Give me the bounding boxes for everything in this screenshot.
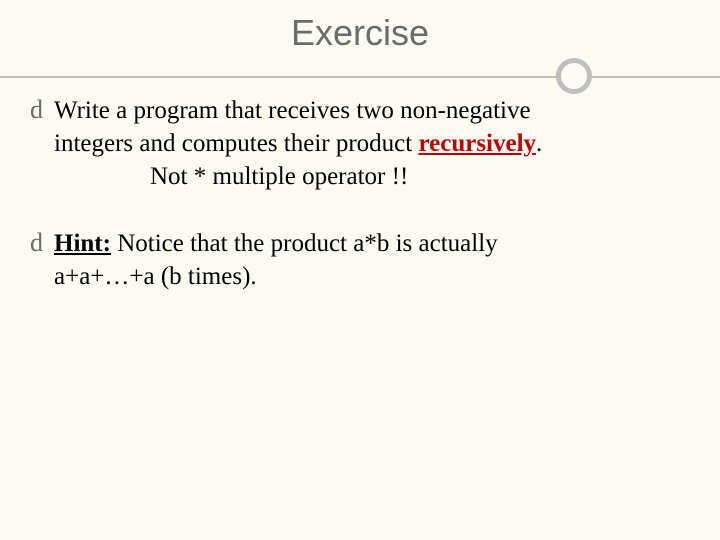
- bullet-glyph-icon: d: [30, 94, 52, 127]
- hint-label: Hint:: [54, 230, 111, 257]
- keyword-recursively: recursively: [418, 130, 536, 157]
- bullet-1-indent-line: Not * multiple operator !!: [30, 160, 690, 193]
- bullet-glyph-icon: d: [30, 227, 52, 260]
- title-circle-decoration: [556, 58, 592, 94]
- title-area: Exercise: [0, 0, 720, 54]
- bullet-item-1: d Write a program that receives two non-…: [30, 94, 690, 193]
- bullet-item-2: d Hint: Notice that the product a*b is a…: [30, 227, 690, 293]
- bullet-2-line-2: a+a+…+a (b times).: [54, 260, 690, 293]
- slide-title: Exercise: [0, 12, 720, 54]
- slide-container: Exercise d Write a program that receives…: [0, 0, 720, 540]
- horizontal-rule: [0, 76, 720, 78]
- bullet-1-line-2: integers and computes their product recu…: [54, 127, 690, 160]
- bullet-2-line-1: Hint: Notice that the product a*b is act…: [54, 227, 690, 260]
- content-area: d Write a program that receives two non-…: [0, 54, 720, 293]
- bullet-1-line-1: Write a program that receives two non-ne…: [54, 94, 690, 127]
